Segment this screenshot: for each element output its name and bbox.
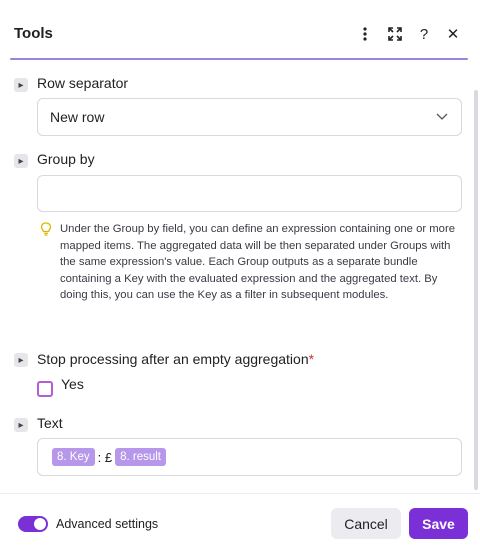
stop-processing-checkbox[interactable] (37, 381, 53, 397)
group-by-hint: Under the Group by field, you can define… (60, 223, 456, 301)
text-label: Text (37, 415, 63, 431)
required-marker: * (308, 351, 315, 367)
tools-panel: Tools ? ✕ ▸ Row separator New row ▸ Grou… (0, 0, 480, 549)
mapped-token-key[interactable]: 8. Key (52, 448, 95, 466)
panel-title: Tools (14, 25, 53, 42)
mapped-token-result[interactable]: 8. result (115, 448, 166, 466)
cancel-button[interactable]: Cancel (331, 508, 401, 539)
group-by-expand-icon[interactable]: ▸ (14, 154, 28, 168)
more-vertical-icon[interactable] (356, 25, 374, 43)
header-divider (10, 58, 468, 60)
row-separator-select[interactable]: New row (37, 98, 462, 136)
row-separator-value: New row (50, 109, 105, 125)
toggle-knob (34, 518, 46, 530)
row-separator-expand-icon[interactable]: ▸ (14, 78, 28, 92)
footer-divider (0, 493, 480, 494)
close-icon[interactable]: ✕ (444, 25, 462, 43)
fullscreen-icon[interactable] (386, 25, 404, 43)
lightbulb-icon (40, 222, 52, 236)
stop-processing-option-label: Yes (61, 376, 84, 392)
save-button[interactable]: Save (409, 508, 468, 539)
panel-header: Tools ? ✕ (0, 0, 480, 62)
advanced-settings-label: Advanced settings (56, 517, 159, 531)
text-input[interactable]: 8. Key: £8. result (37, 438, 462, 476)
help-icon[interactable]: ? (415, 25, 433, 43)
group-by-input[interactable] (37, 175, 462, 212)
scrollbar[interactable] (474, 90, 478, 490)
stop-processing-label: Stop processing after an empty aggregati… (37, 351, 314, 367)
group-by-label: Group by (37, 151, 95, 167)
row-separator-label: Row separator (37, 75, 129, 91)
stop-processing-expand-icon[interactable]: ▸ (14, 353, 28, 367)
text-expand-icon[interactable]: ▸ (14, 418, 28, 432)
chevron-down-icon (436, 113, 448, 120)
stop-processing-label-text: Stop processing after an empty aggregati… (37, 351, 309, 367)
text-literal: : £ (97, 449, 113, 465)
text-input-content: 8. Key: £8. result (52, 448, 166, 466)
advanced-settings-toggle[interactable] (18, 516, 48, 532)
